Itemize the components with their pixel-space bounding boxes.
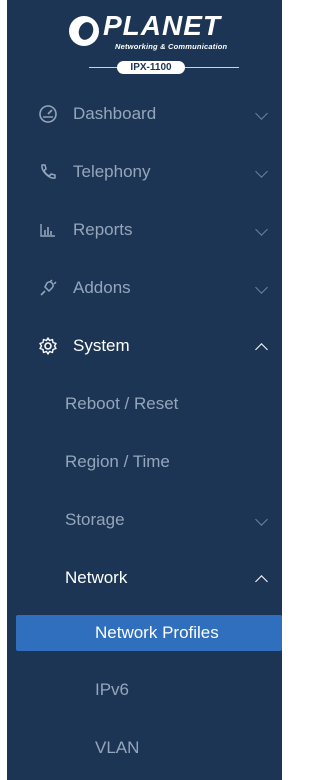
sidebar-item-label: IPv6 [95,680,130,699]
sidebar-item-storage[interactable]: Storage [7,491,282,549]
sidebar-item-label: Reboot / Reset [65,394,179,413]
model-badge: IPX-1100 [117,61,185,74]
brand-logo[interactable]: PLANET Networking & Communication IPX-11… [7,0,282,82]
chevron-up-icon [255,343,268,356]
sidebar-item-label: Dashboard [73,104,157,123]
sidebar-item-telephony[interactable]: Telephony [7,143,282,201]
bar-chart-icon [37,219,59,241]
chevron-down-icon [255,281,268,294]
sidebar-item-region-time[interactable]: Region / Time [7,433,282,491]
sidebar-item-label: Network Profiles [95,623,219,642]
sidebar-item-label: Region / Time [65,452,170,471]
sidebar-item-label: VLAN [95,738,140,757]
sidebar-item-reboot-reset[interactable]: Reboot / Reset [7,375,282,433]
sidebar-item-label: Reports [73,220,133,239]
chevron-up-icon [255,575,268,588]
sidebar-item-dashboard[interactable]: Dashboard [7,85,282,143]
sidebar-item-vlan[interactable]: VLAN [7,719,282,777]
sidebar-item-ipv6[interactable]: IPv6 [7,661,282,719]
sidebar-item-addons[interactable]: Addons [7,259,282,317]
planet-logo-icon [69,16,99,46]
chevron-down-icon [255,165,268,178]
sidebar-item-label: Storage [65,510,125,529]
sidebar-item-system[interactable]: System [7,317,282,375]
sidebar: PLANET Networking & Communication IPX-11… [7,0,282,780]
sidebar-item-reports[interactable]: Reports [7,201,282,259]
sidebar-item-label: Telephony [73,162,151,181]
chevron-down-icon [255,223,268,236]
sidebar-item-label: Network [65,568,128,587]
brand-tagline: Networking & Communication [115,42,228,51]
speedometer-icon [37,103,59,125]
sidebar-item-network[interactable]: Network [7,549,282,607]
brand-name: PLANET [103,10,221,41]
plug-icon [37,277,59,299]
chevron-down-icon [255,513,268,526]
sidebar-item-label: Addons [73,278,131,297]
sidebar-item-network-profiles[interactable]: Network Profiles [16,615,282,651]
gear-icon [37,335,59,357]
chevron-down-icon [255,107,268,120]
sidebar-item-label: System [73,336,130,355]
phone-icon [37,161,59,183]
